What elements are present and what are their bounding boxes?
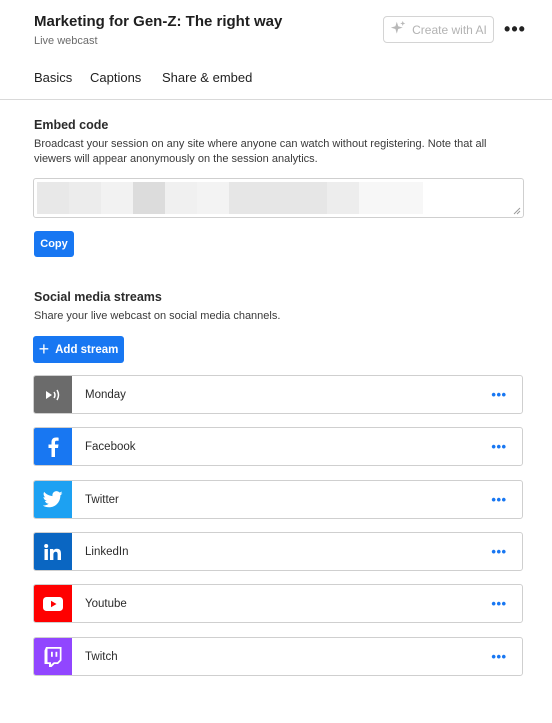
- linkedin-icon: [34, 533, 72, 570]
- social-streams-heading: Social media streams: [34, 290, 162, 304]
- tab-bar: Basics Captions Share & embed: [0, 58, 552, 100]
- stream-row-youtube[interactable]: Youtube •••: [33, 584, 523, 623]
- embed-code-textarea[interactable]: [33, 178, 524, 218]
- more-options-button[interactable]: •••: [504, 19, 526, 39]
- stream-row-facebook[interactable]: Facebook •••: [33, 427, 523, 466]
- twitter-icon: [34, 481, 72, 518]
- stream-name: Youtube: [85, 597, 127, 610]
- stream-name: Monday: [85, 388, 126, 401]
- stream-name: Facebook: [85, 440, 136, 453]
- stream-menu-button[interactable]: •••: [484, 649, 514, 664]
- facebook-icon: [34, 428, 72, 465]
- stream-menu-button[interactable]: •••: [484, 439, 514, 454]
- monday-icon: [34, 376, 72, 413]
- stream-name: LinkedIn: [85, 545, 129, 558]
- stream-menu-button[interactable]: •••: [484, 387, 514, 402]
- embed-code-heading: Embed code: [34, 118, 109, 132]
- embed-code-description-line2: viewers will appear anonymously on the s…: [34, 153, 318, 165]
- stream-menu-button[interactable]: •••: [484, 544, 514, 559]
- stream-menu-button[interactable]: •••: [484, 492, 514, 507]
- embed-code-blurred-content: [37, 182, 423, 214]
- create-with-ai-label: Create with AI: [412, 22, 487, 37]
- copy-button[interactable]: Copy: [34, 231, 74, 257]
- stream-menu-button[interactable]: •••: [484, 596, 514, 611]
- stream-name: Twitter: [85, 493, 119, 506]
- social-streams-description: Share your live webcast on social media …: [34, 310, 281, 322]
- stream-row-twitter[interactable]: Twitter •••: [33, 480, 523, 519]
- add-stream-label: Add stream: [55, 343, 119, 356]
- tab-share-embed[interactable]: Share & embed: [162, 70, 252, 85]
- stream-row-monday[interactable]: Monday •••: [33, 375, 523, 414]
- plus-icon: +: [38, 338, 50, 359]
- twitch-icon: [34, 638, 72, 675]
- stream-row-linkedin[interactable]: LinkedIn •••: [33, 532, 523, 571]
- create-with-ai-button[interactable]: Create with AI: [383, 16, 494, 43]
- tab-captions[interactable]: Captions: [90, 70, 141, 85]
- embed-code-description-line1: Broadcast your session on any site where…: [34, 138, 487, 150]
- youtube-icon: [34, 585, 72, 622]
- tab-basics[interactable]: Basics: [34, 70, 72, 85]
- stream-row-twitch[interactable]: Twitch •••: [33, 637, 523, 676]
- sparkle-icon: [390, 20, 407, 40]
- resize-handle-icon[interactable]: [513, 207, 521, 215]
- add-stream-button[interactable]: + Add stream: [33, 336, 124, 363]
- stream-name: Twitch: [85, 650, 118, 663]
